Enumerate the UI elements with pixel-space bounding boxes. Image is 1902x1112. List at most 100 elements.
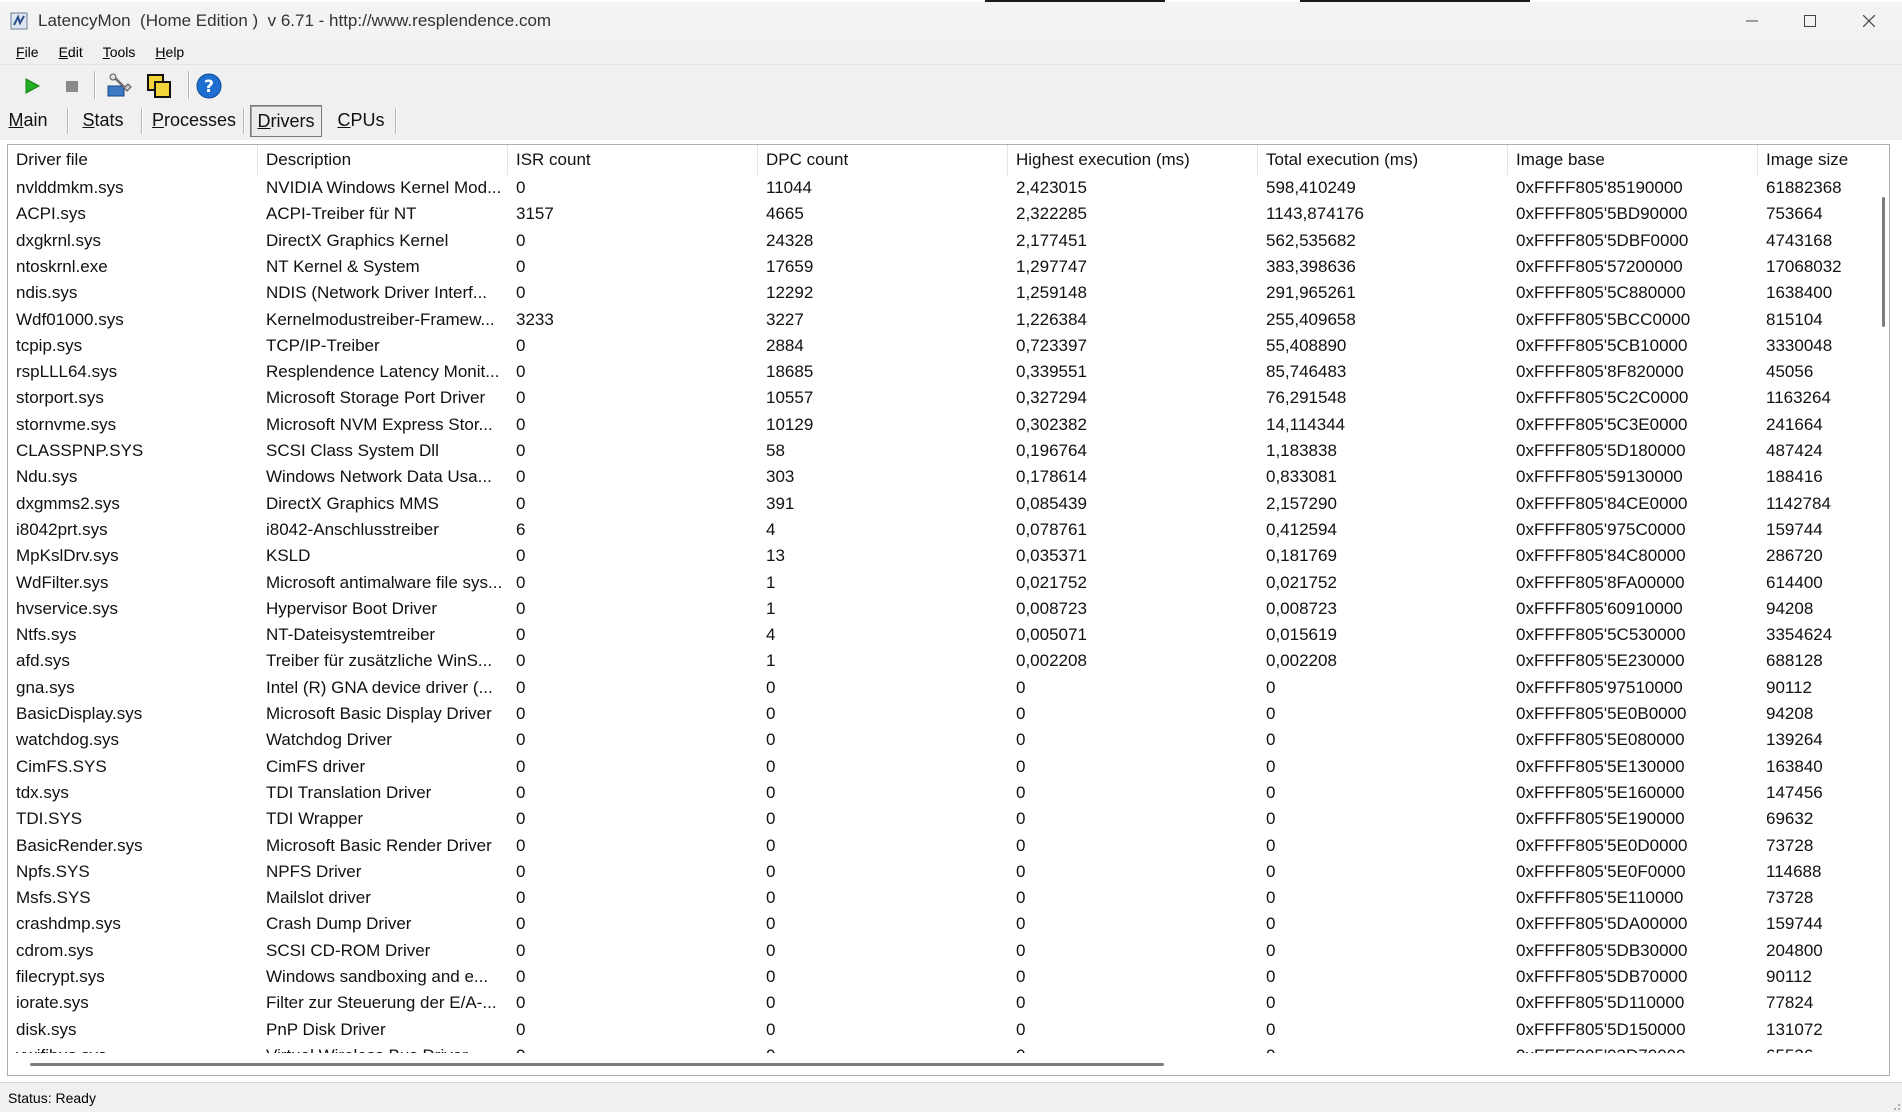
cell-image-base: 0xFFFF805'5C3E0000 <box>1516 414 1688 434</box>
close-icon <box>1863 15 1875 27</box>
cell-description: SCSI CD-ROM Driver <box>266 940 431 960</box>
table-row[interactable]: ndis.sys NDIS (Network Driver Interf... 0 1… <box>8 280 1868 306</box>
wrench-icon <box>107 73 132 97</box>
cell-driver-file: CLASSPNP.SYS <box>16 441 144 460</box>
cell-description: Microsoft Basic Display Driver <box>266 704 492 723</box>
cell-dpc-count: 0 <box>766 1019 776 1039</box>
cell-driver-file: gna.sys <box>16 677 75 697</box>
table-row[interactable]: Ndu.sys Windows Network Data Usa... 0 303 0,… <box>8 464 1868 490</box>
tab-bar: Main Stats Processes Drivers CPUs <box>0 104 1902 140</box>
column-header-driver-file[interactable]: Driver file <box>8 145 258 175</box>
cell-isr-count: 0 <box>516 546 526 566</box>
table-row[interactable]: filecrypt.sys Windows sandboxing and e...… <box>8 964 1868 990</box>
minimize-button[interactable] <box>1723 2 1781 40</box>
cell-image-base: 0xFFFF805'5E0D0000 <box>1516 835 1688 855</box>
table-row[interactable]: storport.sys Microsoft Storage Port Drive… <box>8 385 1868 411</box>
table-row[interactable]: CLASSPNP.SYS SCSI Class System Dll 0 58 0,19… <box>8 438 1868 464</box>
cell-image-size: 753664 <box>1766 204 1823 224</box>
tab-main[interactable]: Main <box>4 104 52 136</box>
tab-processes[interactable]: Processes <box>150 104 238 136</box>
table-row[interactable]: stornvme.sys Microsoft NVM Express Stor..… <box>8 412 1868 438</box>
table-row[interactable]: watchdog.sys Watchdog Driver 0 0 0 0 0xFFFF805… <box>8 727 1868 753</box>
cell-image-size: 614400 <box>1766 572 1823 592</box>
table-row[interactable]: gna.sys Intel (R) GNA device driver (... 0… <box>8 675 1868 701</box>
table-row[interactable]: disk.sys PnP Disk Driver 0 0 0 0 0xFFFF805'5D1… <box>8 1017 1868 1043</box>
column-header-image-base[interactable]: Image base <box>1508 145 1758 175</box>
cell-dpc-count: 0 <box>766 835 776 855</box>
cell-image-size: 188416 <box>1766 467 1823 487</box>
table-row[interactable]: crashdmp.sys Crash Dump Driver 0 0 0 0 0xFFFF8… <box>8 911 1868 937</box>
table-row[interactable]: MpKslDrv.sys KSLD 0 13 0,035371 0,181769 0xFFF… <box>8 543 1868 569</box>
table-row[interactable]: rspLLL64.sys Resplendence Latency Monit..… <box>8 359 1868 385</box>
cell-image-base: 0xFFFF805'5DBF0000 <box>1516 230 1689 250</box>
latencymon-app-icon <box>10 12 28 30</box>
drivers-tool-button[interactable] <box>103 70 135 102</box>
vertical-scrollbar-thumb[interactable] <box>1882 197 1885 327</box>
windows-icon <box>147 74 171 98</box>
cell-isr-count: 0 <box>516 441 526 460</box>
table-row[interactable]: TDI.SYS TDI Wrapper 0 0 0 0 0xFFFF805'5E190000… <box>8 806 1868 832</box>
table-row[interactable]: BasicDisplay.sys Microsoft Basic Display … <box>8 701 1868 727</box>
close-button[interactable] <box>1840 2 1898 40</box>
horizontal-scrollbar[interactable] <box>8 1055 1878 1073</box>
table-row[interactable]: tcpip.sys TCP/IP-Treiber 0 2884 0,723397 55,4… <box>8 333 1868 359</box>
cell-image-size: 3330048 <box>1766 335 1833 355</box>
horizontal-scrollbar-thumb[interactable] <box>30 1063 1164 1066</box>
menu-edit[interactable]: Edit <box>57 42 85 62</box>
cell-total-execution: 0 <box>1266 809 1276 829</box>
drivers-list-view[interactable]: Driver file Description ISR count DPC co… <box>7 144 1890 1076</box>
table-row[interactable]: Ntfs.sys NT-Dateisystemtreiber 0 4 0,005071 0… <box>8 622 1868 648</box>
table-row[interactable]: hvservice.sys Hypervisor Boot Driver 0 1 0,0… <box>8 596 1868 622</box>
column-header-description[interactable]: Description <box>258 145 508 175</box>
cell-isr-count: 0 <box>516 572 526 592</box>
table-row[interactable]: dxgmms2.sys DirectX Graphics MMS 0 391 0,085… <box>8 491 1868 517</box>
column-header-highest-execution[interactable]: Highest execution (ms) <box>1008 145 1258 175</box>
column-header-total-execution[interactable]: Total execution (ms) <box>1258 145 1508 175</box>
column-header-isr-count[interactable]: ISR count <box>508 145 758 175</box>
title-bar[interactable]: LatencyMon (Home Edition ) v 6.71 - http… <box>0 2 1902 40</box>
column-header-dpc-count[interactable]: DPC count <box>758 145 1008 175</box>
column-header-image-size[interactable]: Image size <box>1758 145 1889 175</box>
table-row[interactable]: Msfs.SYS Mailslot driver 0 0 0 0 0xFFFF805'5E1… <box>8 885 1868 911</box>
table-row[interactable]: i8042prt.sys i8042-Anschlusstreiber 6 4 0,07… <box>8 517 1868 543</box>
toolbar: ? <box>0 65 1902 105</box>
table-row[interactable]: cdrom.sys SCSI CD-ROM Driver 0 0 0 0 0xFFFF805… <box>8 938 1868 964</box>
menu-file[interactable]: File <box>14 42 41 62</box>
resize-grip-icon[interactable] <box>1888 1098 1902 1112</box>
stop-button[interactable] <box>56 70 88 102</box>
tab-drivers[interactable]: Drivers <box>250 105 322 137</box>
maximize-button[interactable] <box>1781 2 1839 40</box>
cell-total-execution: 0 <box>1266 730 1276 750</box>
table-row[interactable]: ACPI.sys ACPI-Treiber für NT 3157 4665 2,322… <box>8 201 1868 227</box>
table-row[interactable]: WdFilter.sys Microsoft antimalware file s… <box>8 570 1868 596</box>
table-row[interactable]: CimFS.SYS CimFS driver 0 0 0 0 0xFFFF805'5E130… <box>8 754 1868 780</box>
cell-driver-file: Wdf01000.sys <box>16 309 124 329</box>
cell-total-execution: 0,021752 <box>1266 572 1337 592</box>
cell-image-size: 159744 <box>1766 914 1823 934</box>
cell-dpc-count: 0 <box>766 861 776 881</box>
tab-stats[interactable]: Stats <box>76 104 130 136</box>
table-row[interactable]: tdx.sys TDI Translation Driver 0 0 0 0 0xFFFF8… <box>8 780 1868 806</box>
cell-dpc-count: 12292 <box>766 283 814 303</box>
start-button[interactable] <box>16 70 48 102</box>
menu-tools[interactable]: Tools <box>101 42 138 62</box>
table-row[interactable]: vwifibus.sysVirtual Wireless Bus Driver0… <box>8 1043 1868 1053</box>
cell-description: NT-Dateisystemtreiber <box>266 625 436 645</box>
help-button[interactable]: ? <box>193 70 225 102</box>
table-row[interactable]: Npfs.SYS NPFS Driver 0 0 0 0 0xFFFF805'5E0F000… <box>8 859 1868 885</box>
table-row[interactable]: BasicRender.sys Microsoft Basic Render Dr… <box>8 833 1868 859</box>
vertical-scrollbar[interactable] <box>1878 175 1889 1053</box>
cell-description: SCSI Class System Dll <box>266 441 439 460</box>
cell-total-execution: 0 <box>1266 993 1276 1013</box>
table-row[interactable]: Wdf01000.sys Kernelmodustreiber-Framew...… <box>8 307 1868 333</box>
cell-driver-file: ntoskrnl.exe <box>16 256 108 276</box>
windows-button[interactable] <box>143 70 175 102</box>
table-row[interactable]: ntoskrnl.exe NT Kernel & System 0 17659 1,29… <box>8 254 1868 280</box>
cell-total-execution: 0 <box>1266 704 1276 723</box>
menu-help[interactable]: Help <box>153 42 186 62</box>
table-row[interactable]: afd.sys Treiber für zusätzliche WinS... 0 1… <box>8 648 1868 674</box>
table-row[interactable]: nvlddmkm.sys NVIDIA Windows Kernel Mod...… <box>8 175 1868 201</box>
table-row[interactable]: dxgkrnl.sys DirectX Graphics Kernel 0 24328… <box>8 228 1868 254</box>
tab-cpus[interactable]: CPUs <box>332 104 390 136</box>
table-row[interactable]: iorate.sys Filter zur Steuerung der E/A-.… <box>8 990 1868 1016</box>
